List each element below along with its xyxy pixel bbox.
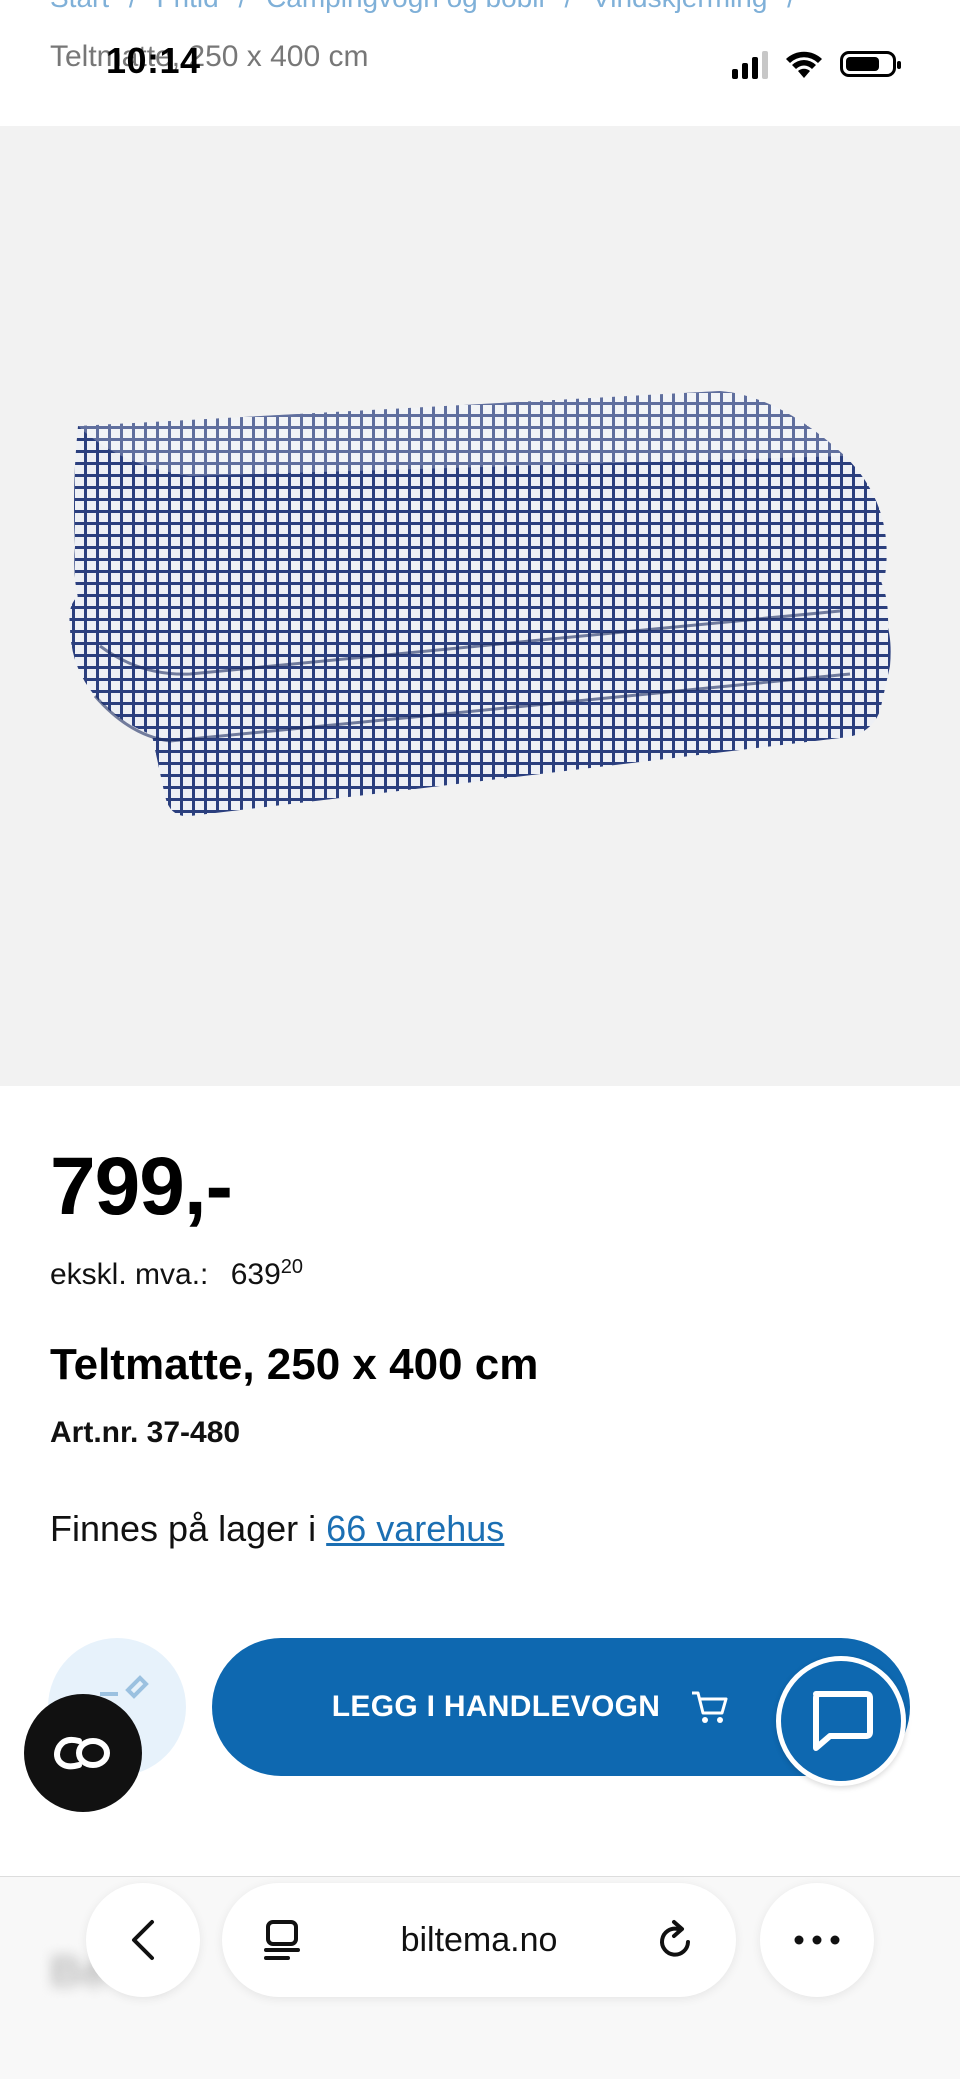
chat-bubble-icon <box>813 1691 873 1751</box>
chat-button[interactable] <box>776 1656 906 1786</box>
status-time: 10:14 <box>106 40 201 81</box>
url-text: biltema.no <box>400 1920 558 1959</box>
wifi-icon <box>786 51 822 78</box>
stock-info: Finnes på lager i 66 varehus <box>50 1508 504 1550</box>
status-icons <box>732 44 901 84</box>
breadcrumb-camping[interactable]: Campingvogn og bobil <box>266 0 545 13</box>
product-title: Teltmatte, 250 x 400 cm <box>50 1340 539 1389</box>
address-bar[interactable]: biltema.no <box>222 1883 736 1997</box>
vat-value: 63920 <box>230 1256 304 1291</box>
battery-icon <box>840 51 901 77</box>
breadcrumb-sep: / <box>239 0 247 13</box>
cellular-signal-icon <box>732 49 768 79</box>
stock-stores-link[interactable]: 66 varehus <box>326 1508 504 1549</box>
breadcrumb-sep: / <box>564 0 572 13</box>
product-price: 799,- <box>50 1141 233 1232</box>
breadcrumb-start[interactable]: Start <box>50 0 109 13</box>
article-number: Art.nr. 37-480 <box>50 1416 241 1449</box>
co-floating-button[interactable] <box>24 1694 142 1812</box>
breadcrumb: Start / Fritid / Campingvogn og bobil / … <box>50 0 930 14</box>
cart-icon <box>692 1691 728 1723</box>
add-to-cart-label: LEGG I HANDLEVOGN <box>331 1690 661 1723</box>
reload-icon[interactable] <box>656 1918 696 1962</box>
breadcrumb-sep: / <box>787 0 795 13</box>
product-image[interactable] <box>0 126 960 1086</box>
ellipsis-icon <box>794 1935 840 1945</box>
browser-toolbar: Be ve biltema.no <box>0 1876 960 2079</box>
co-icon <box>54 1736 110 1770</box>
breadcrumb-fritid[interactable]: Fritid <box>156 0 218 13</box>
price-excl-vat: ekskl. mva.: 63920 <box>50 1256 303 1292</box>
stock-prefix: Finnes på lager i <box>50 1508 317 1549</box>
breadcrumb-sep: / <box>129 0 137 13</box>
back-button[interactable] <box>86 1883 200 1997</box>
vat-label: ekskl. mva.: <box>50 1258 209 1291</box>
chevron-left-icon <box>132 1920 154 1960</box>
breadcrumb-current: Teltmatte, 250 x 400 cm <box>50 40 369 73</box>
reader-mode-icon[interactable] <box>262 1918 302 1962</box>
tent-mat-illustration <box>69 391 891 817</box>
breadcrumb-vindskjerming[interactable]: Vindskjerming <box>592 0 767 13</box>
more-options-button[interactable] <box>760 1883 874 1997</box>
